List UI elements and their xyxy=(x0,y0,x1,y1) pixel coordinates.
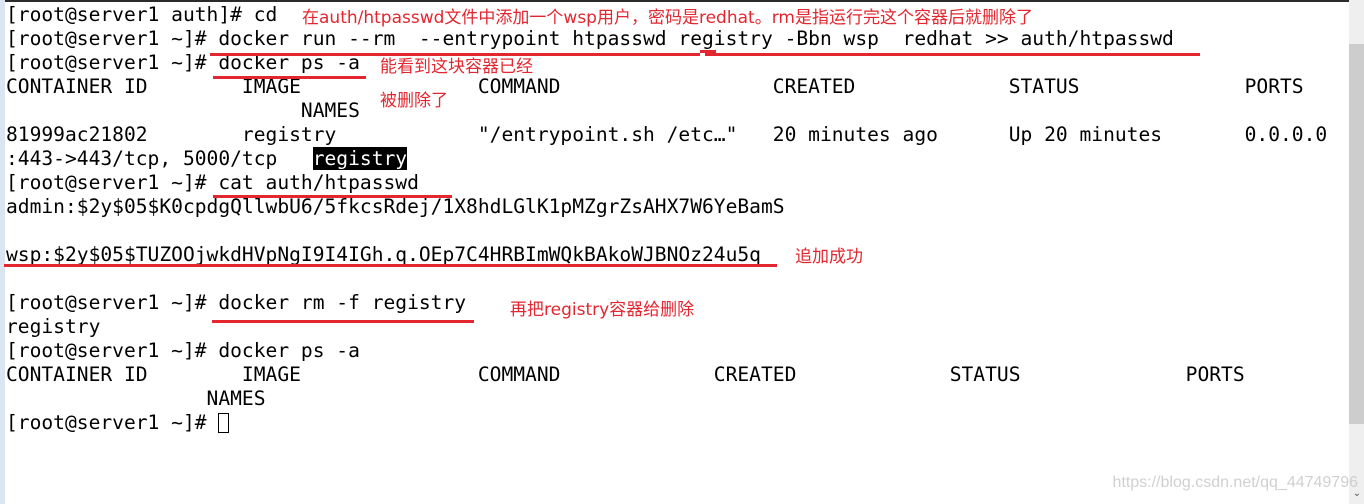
terminal-line: [root@server1 auth]# cd xyxy=(6,3,277,27)
ps-table-row-cont: :443->443/tcp, 5000/tcp registry xyxy=(6,147,408,171)
shell-prompt: [root@server1 ~]# xyxy=(6,339,219,362)
command-text: docker ps -a xyxy=(218,339,360,362)
shell-prompt: [root@server1 ~]# xyxy=(6,27,219,50)
command-text: cd xyxy=(253,3,278,26)
shell-prompt: [root@server1 ~]# xyxy=(6,291,219,314)
command-output: registry xyxy=(6,315,101,338)
command-text: cat auth/htpasswd xyxy=(218,171,419,194)
annotation-note: 在auth/htpasswd文件中添加一个wsp用户，密码是redhat。rm是… xyxy=(302,8,1033,28)
shell-prompt: [root@server1 ~]# xyxy=(6,171,219,194)
terminal-output[interactable]: [root@server1 auth]# cd [root@server1 ~]… xyxy=(6,3,1349,504)
watermark: https://blog.csdn.net/qq_44749796 xyxy=(1112,474,1358,491)
command-text: docker run --rm --entrypoint htpasswd re… xyxy=(218,27,1174,50)
window-top-border xyxy=(0,0,1349,2)
ps-table-header: CONTAINER ID IMAGE COMMAND CREATED STATU… xyxy=(6,363,1245,386)
text-cursor xyxy=(218,413,230,433)
annotation-note: 能看到这块容器已经 xyxy=(380,57,533,77)
vertical-scrollbar[interactable]: ⌄ xyxy=(1349,0,1364,504)
highlighted-container-name: registry xyxy=(312,147,408,170)
terminal-input-line[interactable]: [root@server1 ~]# xyxy=(6,411,230,435)
ps-table-header-names: NAMES xyxy=(6,99,360,122)
ps-table-header-names: NAMES xyxy=(6,387,266,410)
htpasswd-entry-admin: admin:$2y$05$K0cpdgQllwbU6/5fkcsRdej/1X8… xyxy=(6,195,785,218)
annotation-underline xyxy=(213,76,366,79)
window-left-border xyxy=(0,0,5,504)
annotation-note: 追加成功 xyxy=(795,247,863,267)
annotation-underline xyxy=(213,195,452,198)
scrollbar-thumb[interactable] xyxy=(1349,44,1364,424)
terminal-line: [root@server1 ~]# docker run --rm --entr… xyxy=(6,27,1174,51)
ps-table-header: CONTAINER ID IMAGE COMMAND CREATED STATU… xyxy=(6,75,1304,98)
annotation-underline xyxy=(705,53,1200,56)
annotation-underline xyxy=(4,264,777,267)
ports-text: :443->443/tcp, 5000/tcp xyxy=(6,147,313,170)
terminal-line: [root@server1 ~]# docker rm -f registry xyxy=(6,291,466,315)
annotation-note: 被删除了 xyxy=(380,91,448,111)
command-text: docker rm -f registry xyxy=(218,291,467,314)
ps-table-row: 81999ac21802 registry "/entrypoint.sh /e… xyxy=(6,123,1328,146)
annotation-note: 再把registry容器给删除 xyxy=(510,300,695,320)
annotation-underline xyxy=(210,53,700,56)
terminal-line: [root@server1 ~]# cat auth/htpasswd xyxy=(6,171,419,195)
terminal-line: [root@server1 ~]# docker ps -a xyxy=(6,339,360,363)
annotation-underline xyxy=(212,320,474,323)
shell-prompt: [root@server1 ~]# xyxy=(6,51,219,74)
shell-prompt: [root@server1 auth]# xyxy=(6,3,254,26)
shell-prompt: [root@server1 ~]# xyxy=(6,411,219,434)
